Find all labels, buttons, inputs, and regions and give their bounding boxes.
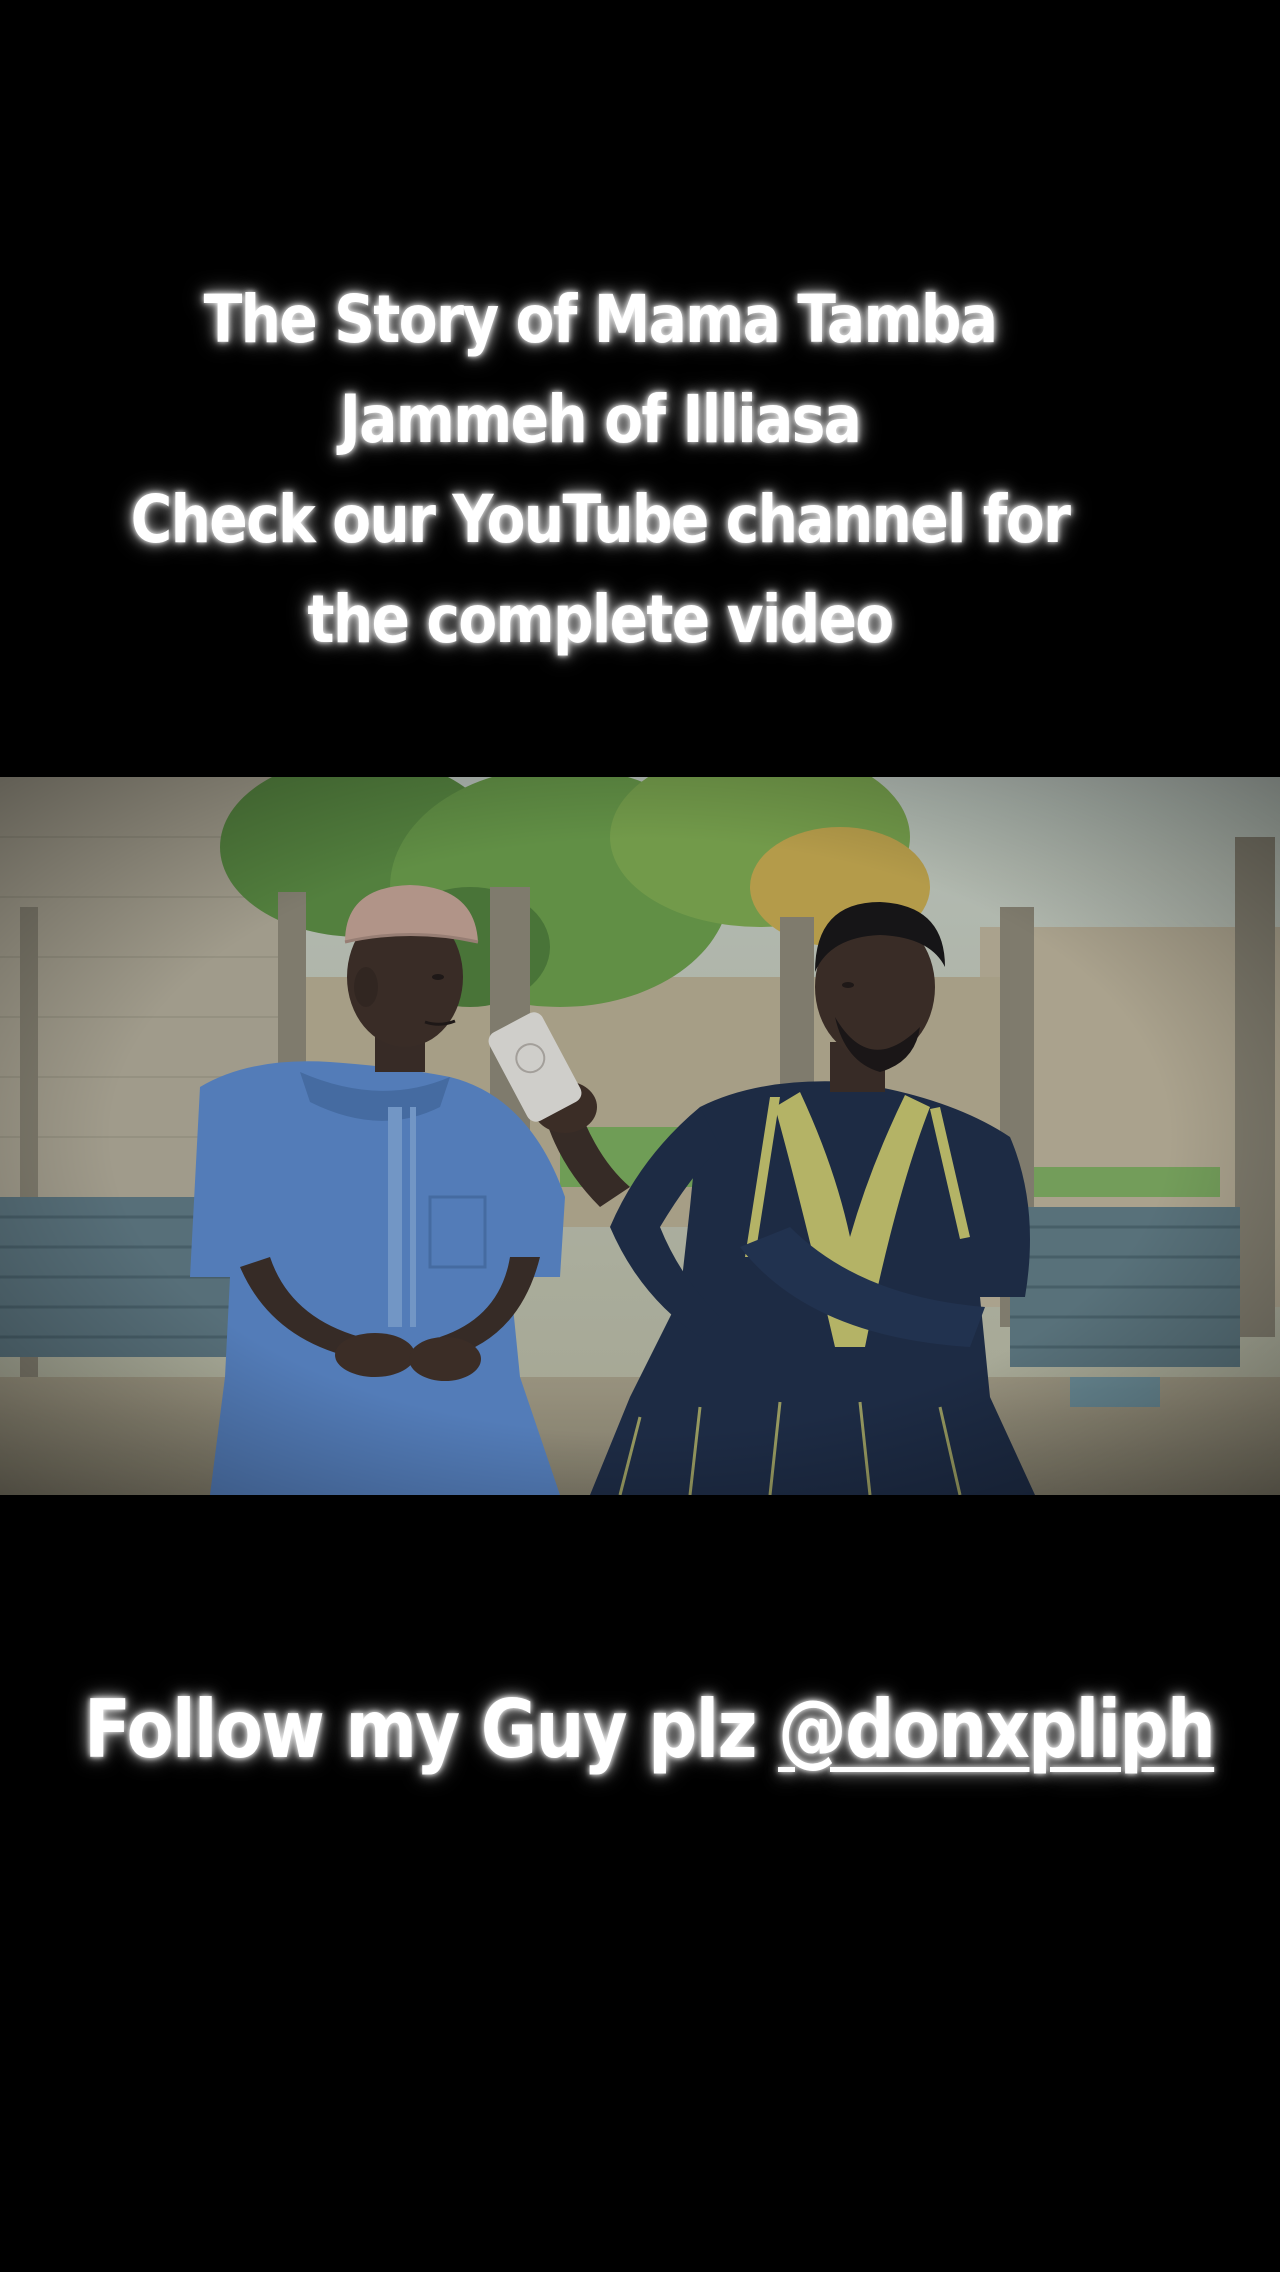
follow-caption: Follow my Guy plz @donxpliph [84,1680,1216,1780]
caption-line-1: The Story of Mama Tamba [203,281,999,358]
caption-line-2: Jammeh of Illiasa [339,381,862,458]
video-frame[interactable] [0,777,1280,1495]
caption-line-3: Check our YouTube channel for [130,481,1071,558]
video-scene [0,777,1280,1495]
caption-line-4: the complete video [307,581,894,658]
story-title-caption: The Story of Mama Tamba Jammeh of Illias… [84,270,1116,670]
follow-text: Follow my Guy plz [84,1683,779,1776]
creator-mention-link[interactable]: @donxpliph [778,1683,1216,1776]
